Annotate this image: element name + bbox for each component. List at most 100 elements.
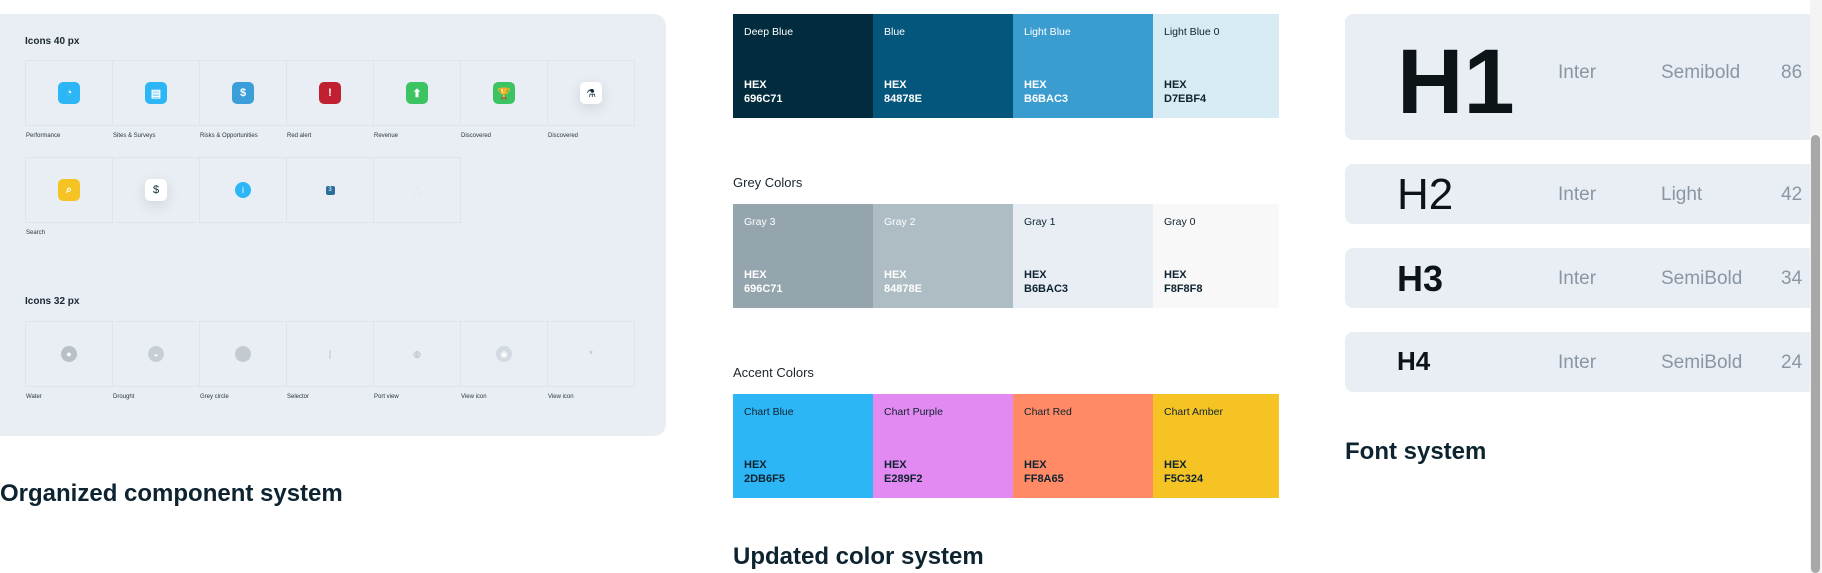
icon-cell[interactable]: ⬆ Revenue — [373, 60, 461, 139]
swatch-hex: HEX E289F2 — [884, 458, 923, 486]
selector-icon: | — [328, 349, 332, 359]
asterisk-icon: * — [589, 349, 593, 359]
color-swatch[interactable]: Chart Blue HEX 2DB6F5 — [733, 394, 873, 498]
icon-caption: View icon — [548, 394, 574, 400]
bell-icon: △ — [412, 183, 422, 197]
drought-icon: ◒ — [148, 346, 164, 362]
icon-caption: Water — [26, 394, 42, 400]
icon-caption: Search — [26, 230, 46, 236]
component-panel: Icons 40 px ◔ Performance ▤ Sites & Surveys… — [0, 14, 666, 436]
icon-cell[interactable]: ● Water — [25, 321, 113, 400]
font-row-h2: H2 Inter Light 42 — [1345, 164, 1815, 224]
icon-cell[interactable]: * View icon — [547, 321, 635, 400]
icon-caption: Sites & Surveys — [113, 133, 156, 139]
swatch-hex-value: E289F2 — [884, 473, 923, 485]
icons-32-heading: Icons 32 px — [25, 296, 80, 307]
swatch-name: Light Blue — [1024, 26, 1071, 38]
swatch-hex-label: HEX — [884, 269, 907, 281]
swatch-name: Deep Blue — [744, 26, 794, 38]
swatch-hex-value: F5C324 — [1164, 473, 1204, 485]
icon-cell[interactable]: ◍ Port view — [373, 321, 461, 400]
swatch-hex: HEX F8F8F8 — [1164, 268, 1203, 296]
swatch-hex: HEX B6BAC3 — [1024, 78, 1068, 106]
color-swatch[interactable]: Gray 1 HEX B6BAC3 — [1013, 204, 1153, 308]
icons-40-row-2: ⌕ Search $ i 3 △ — [25, 157, 461, 236]
icon-cell[interactable]: ⌕ Search — [25, 157, 113, 236]
font-sample: H1 — [1397, 31, 1515, 133]
icon-caption: Discovered — [461, 133, 492, 139]
swatch-hex: HEX 84878E — [884, 268, 922, 296]
color-system-title: Updated color system — [733, 543, 984, 570]
swatch-hex-label: HEX — [884, 459, 907, 471]
globe-icon: ◍ — [413, 348, 421, 359]
gauge-icon: ◔ — [58, 82, 80, 104]
water-drop-icon: ● — [61, 346, 77, 362]
color-swatch[interactable]: Light Blue 0 HEX D7EBF4 — [1153, 14, 1279, 118]
font-row-h1: H1 Inter Semibold 86 — [1345, 14, 1815, 140]
font-size-label: 24 — [1781, 352, 1803, 373]
color-swatch[interactable]: Gray 0 HEX F8F8F8 — [1153, 204, 1279, 308]
icon-caption: Grey circle — [200, 394, 229, 400]
swatch-hex-label: HEX — [744, 269, 767, 281]
font-weight-label: SemiBold — [1661, 268, 1743, 289]
font-family-label: Inter — [1558, 184, 1597, 205]
color-group-label: Grey Colors — [733, 175, 803, 190]
swatch-name: Gray 0 — [1164, 216, 1196, 228]
icon-cell[interactable]: ◉ View icon — [460, 321, 548, 400]
icon-cell[interactable]: ◔ Performance — [25, 60, 113, 139]
swatch-hex-value: 696C71 — [744, 93, 783, 105]
color-swatch-row: Deep Blue HEX 696C71 Blue HEX 84878E Light Blu… — [733, 14, 1279, 118]
color-swatch[interactable]: Chart Red HEX FF8A65 — [1013, 394, 1153, 498]
color-swatch[interactable]: Chart Purple HEX E289F2 — [873, 394, 1013, 498]
color-swatch[interactable]: Gray 2 HEX 84878E — [873, 204, 1013, 308]
trophy-icon: 🏆 — [493, 82, 515, 104]
swatch-hex-label: HEX — [1164, 269, 1187, 281]
swatch-name: Chart Purple — [884, 406, 943, 418]
shield-alert-icon: ! — [319, 82, 341, 104]
icon-cell[interactable]: i — [199, 157, 287, 223]
icons-40-row-1: ◔ Performance ▤ Sites & Surveys $ Risks & Opp… — [25, 60, 635, 139]
color-swatch[interactable]: Light Blue HEX B6BAC3 — [1013, 14, 1153, 118]
swatch-hex-label: HEX — [1024, 269, 1047, 281]
icon-cell[interactable]: $ — [112, 157, 200, 223]
scrollbar-thumb[interactable] — [1811, 135, 1820, 573]
icon-cell[interactable]: | Selector — [286, 321, 374, 400]
swatch-hex-value: B6BAC3 — [1024, 93, 1069, 105]
clipboard-icon: ▤ — [145, 82, 167, 104]
swatch-hex: HEX 2DB6F5 — [744, 458, 785, 486]
swatch-hex-value: 2DB6F5 — [744, 473, 785, 485]
font-sample: H3 — [1397, 258, 1444, 299]
color-group-label: Accent Colors — [733, 365, 814, 380]
icon-cell[interactable]: ▤ Sites & Surveys — [112, 60, 200, 139]
icon-cell[interactable]: ! Red alert — [286, 60, 374, 139]
swatch-hex: HEX B6BAC3 — [1024, 268, 1068, 296]
color-swatch[interactable]: Chart Amber HEX F5C324 — [1153, 394, 1279, 498]
icon-cell[interactable]: 🏆 Discovered — [460, 60, 548, 139]
icon-cell[interactable]: △ — [373, 157, 461, 223]
swatch-hex-value: 84878E — [884, 93, 922, 105]
icon-cell[interactable]: Grey circle — [199, 321, 287, 400]
icon-caption: Selector — [287, 394, 310, 400]
swatch-name: Chart Red — [1024, 406, 1072, 418]
swatch-hex: HEX FF8A65 — [1024, 458, 1064, 486]
icon-cell[interactable]: ⚗ Discovered — [547, 60, 635, 139]
swatch-hex: HEX 696C71 — [744, 268, 783, 296]
icon-cell[interactable]: ◒ Drought — [112, 321, 200, 400]
swatch-hex-label: HEX — [1024, 79, 1047, 91]
color-swatch[interactable]: Blue HEX 84878E — [873, 14, 1013, 118]
icon-cell[interactable]: $ Risks & Opportunities — [199, 60, 287, 139]
font-row-h3: H3 Inter SemiBold 34 — [1345, 248, 1815, 308]
swatch-hex-value: D7EBF4 — [1164, 93, 1207, 105]
icon-caption: Drought — [113, 394, 135, 400]
notification-icon: 3 — [325, 185, 335, 195]
icon-cell[interactable]: 3 — [286, 157, 374, 223]
search-icon: ⌕ — [58, 179, 80, 201]
swatch-name: Light Blue 0 — [1164, 26, 1220, 38]
swatch-hex-value: FF8A65 — [1024, 473, 1064, 485]
font-sample: H2 — [1397, 170, 1454, 219]
swatch-hex-label: HEX — [1164, 459, 1187, 471]
color-swatch[interactable]: Gray 3 HEX 696C71 — [733, 204, 873, 308]
swatch-hex-value: 84878E — [884, 283, 922, 295]
color-swatch[interactable]: Deep Blue HEX 696C71 — [733, 14, 873, 118]
font-family-label: Inter — [1558, 352, 1597, 373]
